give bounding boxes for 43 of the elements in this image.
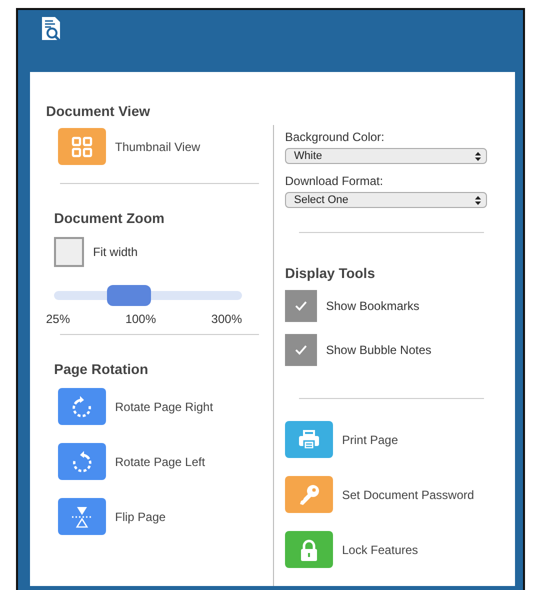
tool-label: Flip Page [115, 510, 166, 524]
checkbox-label: Show Bookmarks [326, 299, 420, 313]
rotate-right-icon [70, 394, 94, 418]
key-icon [297, 482, 321, 506]
field-label: Background Color: [285, 130, 386, 144]
checkbox-label: Show Bubble Notes [326, 343, 432, 357]
tool-button[interactable] [58, 128, 106, 165]
stepper-arrows-icon [475, 152, 481, 160]
tool-button[interactable] [58, 388, 106, 425]
tool-label: Thumbnail View [115, 140, 200, 154]
slider-thumb[interactable] [107, 285, 152, 306]
dropdown[interactable]: White [285, 148, 487, 164]
section-heading: Page Rotation [54, 361, 150, 377]
rotate-left-icon [70, 450, 94, 474]
flip-icon [70, 504, 94, 528]
tool-label: Print Page [342, 432, 398, 446]
tool-button[interactable] [285, 421, 333, 458]
section-heading: Document Zoom [54, 210, 166, 226]
checkbox[interactable] [285, 334, 317, 366]
tool-button[interactable] [285, 476, 333, 513]
printer-icon [297, 428, 321, 452]
checkmark-icon [294, 300, 308, 312]
tool-label: Lock Features [342, 542, 418, 556]
section-heading: Display Tools [285, 265, 376, 281]
field-label: Download Format: [285, 174, 384, 188]
checkmark-icon [294, 344, 308, 356]
tool-button[interactable] [285, 531, 333, 568]
checkbox-label: Fit width [93, 245, 138, 259]
stepper-arrows-icon [475, 196, 481, 204]
slider-tick-label: 25% [46, 312, 70, 326]
checkbox[interactable] [54, 237, 84, 267]
section-heading: Document View [46, 103, 151, 119]
tool-label: Rotate Page Right [115, 400, 214, 414]
grid-icon [70, 134, 94, 158]
tool-button[interactable] [58, 443, 106, 480]
checkbox[interactable] [285, 290, 317, 322]
slider-tick-label: 300% [211, 312, 242, 326]
tool-button[interactable] [58, 498, 106, 535]
tool-label: Set Document Password [342, 488, 474, 502]
tool-label: Rotate Page Left [115, 454, 206, 468]
dropdown[interactable]: Select One [285, 192, 487, 208]
document-search-icon[interactable] [41, 16, 63, 42]
slider-tick-label: 100% [125, 312, 156, 326]
